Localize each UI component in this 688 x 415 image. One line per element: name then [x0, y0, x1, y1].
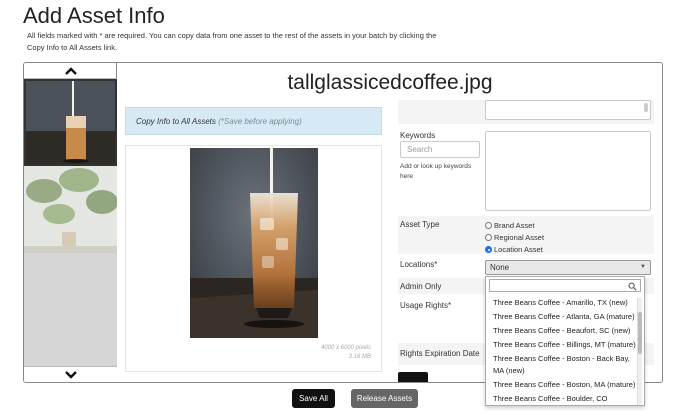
locations-options: Three Beans Coffee - Amarillo, TX (new) … — [486, 296, 636, 405]
radio-label: Location Asset — [494, 245, 543, 254]
asset-filesize: 3.16 MB — [348, 354, 371, 360]
save-all-button[interactable]: Save All — [292, 389, 335, 408]
keywords-search-input[interactable]: Search — [400, 141, 480, 158]
description-field[interactable] — [485, 100, 651, 120]
asset-preview-card: 4000 x 6000 pixels 3.16 MB — [125, 145, 382, 372]
asset-pixel-dimensions: 4000 x 6000 pixels — [320, 345, 371, 351]
radio-brand-asset[interactable]: Brand Asset — [485, 221, 534, 230]
location-option[interactable]: Three Beans Coffee - Beaufort, SC (new) — [486, 324, 636, 338]
location-option[interactable]: Three Beans Coffee - Boston, MA (mature) — [486, 378, 636, 392]
admin-only-label: Admin Only — [400, 282, 442, 291]
asset-dimensions: 4000 x 6000 pixels 3.16 MB — [321, 344, 371, 362]
locations-select[interactable]: None ▼ — [485, 260, 651, 275]
locations-search-input[interactable] — [489, 279, 641, 292]
locations-label: Locations* — [400, 260, 438, 269]
radio-label: Regional Asset — [494, 233, 545, 242]
keywords-label: Keywords — [400, 131, 436, 140]
instructions-text: All fields marked with * are required. Y… — [27, 31, 437, 52]
radio-label: Brand Asset — [494, 221, 535, 230]
radio-location-asset[interactable]: Location Asset — [485, 245, 543, 254]
asset-type-label: Asset Type — [400, 220, 440, 229]
release-assets-button[interactable]: Release Assets — [351, 389, 418, 408]
locations-dropdown: Three Beans Coffee - Amarillo, TX (new) … — [485, 276, 645, 406]
thumbnail-list — [24, 79, 117, 367]
radio-dot — [485, 234, 492, 241]
chevron-down-icon — [64, 370, 77, 379]
caret-down-icon: ▼ — [640, 264, 646, 270]
location-option[interactable]: Three Beans Coffee - Billings, MT (matur… — [486, 338, 636, 352]
location-option[interactable]: Three Beans Coffee - Boulder, CO (mature… — [486, 392, 636, 405]
radio-dot — [485, 222, 492, 229]
page-title: Add Asset Info — [23, 3, 165, 28]
radio-dot-selected — [485, 246, 492, 253]
asset-filename: tallglassicedcoffee.jpg — [287, 71, 493, 94]
asset-preview-image — [190, 148, 318, 338]
thumbnail-scroll-down-button[interactable] — [24, 366, 117, 382]
thumbnail-iced-coffee[interactable] — [24, 79, 117, 166]
locations-value: None — [490, 263, 510, 272]
copy-info-to-all-link[interactable]: Copy Info to All Assets (*Save before ap… — [125, 107, 382, 135]
dropdown-scrollbar[interactable] — [637, 298, 642, 405]
form-action-button[interactable] — [398, 372, 428, 382]
thumbnail-scroll-up-button[interactable] — [24, 63, 117, 79]
search-icon — [628, 282, 637, 291]
rights-expiration-label: Rights Expiration Date — [400, 349, 480, 358]
chevron-up-icon — [64, 66, 77, 75]
location-option[interactable]: Three Beans Coffee - Amarillo, TX (new) — [486, 296, 636, 310]
usage-rights-label: Usage Rights* — [400, 301, 452, 310]
copy-info-label: Copy Info to All Assets — [136, 117, 216, 126]
radio-regional-asset[interactable]: Regional Asset — [485, 233, 544, 242]
copy-info-note: (*Save before applying) — [218, 117, 302, 126]
location-option[interactable]: Three Beans Coffee - Atlanta, GA (mature… — [486, 310, 636, 324]
location-option[interactable]: Three Beans Coffee - Boston - Back Bay, … — [486, 352, 636, 378]
thumbnail-plant-mug[interactable] — [24, 166, 117, 253]
keywords-help-text: Add or look up keywords here — [400, 163, 472, 180]
keywords-field[interactable] — [485, 131, 651, 211]
thumbnail-strip — [24, 63, 117, 382]
